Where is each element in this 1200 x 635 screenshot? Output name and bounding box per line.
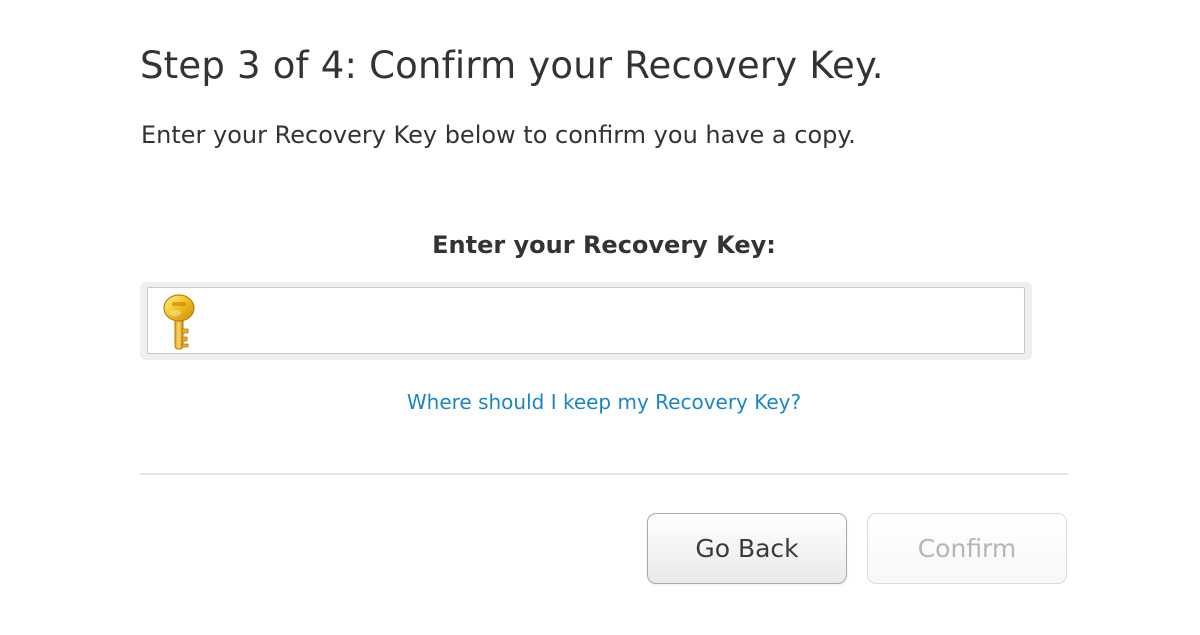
page-title: Step 3 of 4: Confirm your Recovery Key. — [140, 44, 884, 87]
go-back-button[interactable]: Go Back — [647, 513, 847, 584]
recovery-key-step: Step 3 of 4: Confirm your Recovery Key. … — [0, 0, 1200, 635]
recovery-key-label: Enter your Recovery Key: — [432, 231, 776, 259]
divider — [140, 473, 1068, 475]
recovery-key-field[interactable] — [147, 287, 1025, 354]
confirm-button[interactable]: Confirm — [867, 513, 1067, 584]
key-icon — [163, 294, 195, 350]
recovery-key-field-frame — [140, 282, 1032, 360]
recovery-key-input[interactable] — [204, 288, 1024, 353]
step-description: Enter your Recovery Key below to confirm… — [141, 121, 856, 149]
recovery-key-help-link[interactable]: Where should I keep my Recovery Key? — [140, 390, 1068, 414]
